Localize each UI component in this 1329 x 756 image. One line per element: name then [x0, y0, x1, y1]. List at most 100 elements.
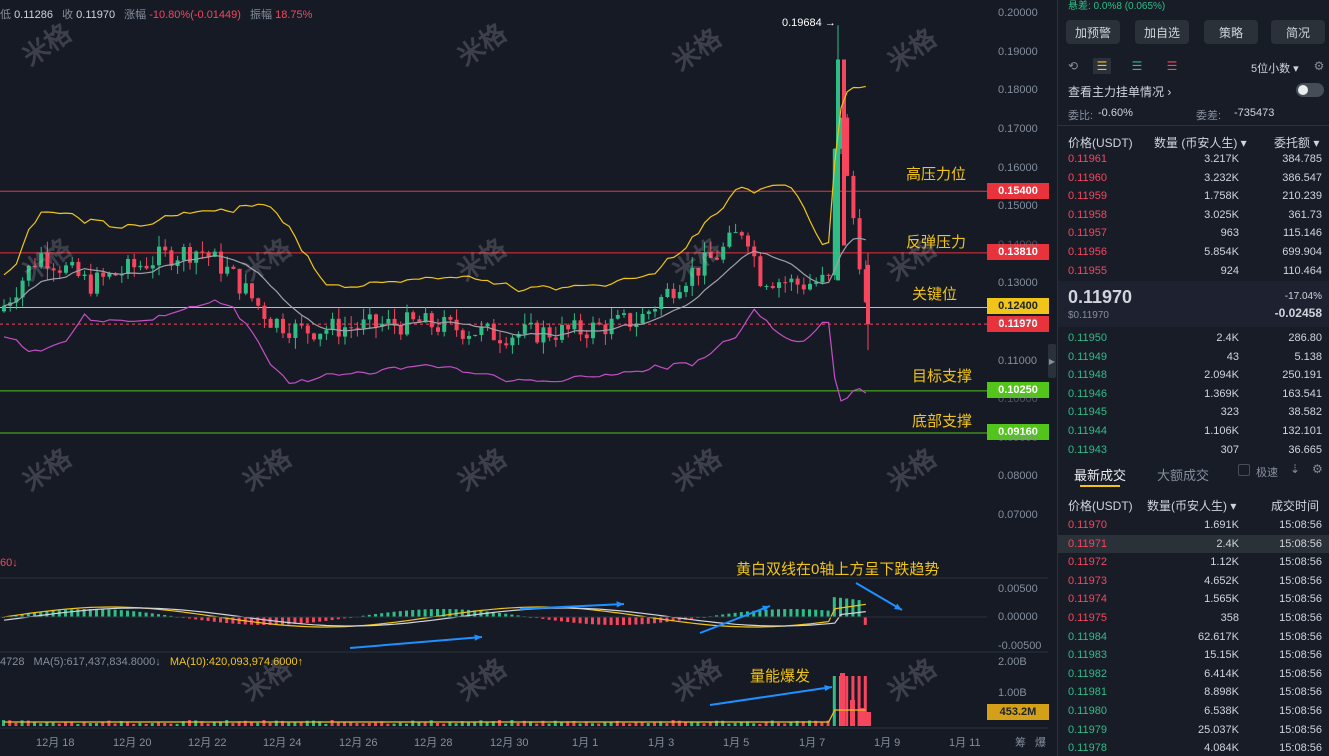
bid-row[interactable]: 0.11948 2.094K 250.191 [1058, 366, 1329, 385]
fast-label: 极速 [1256, 467, 1278, 479]
trade-row[interactable]: 0.11979 25.037K 15:08:56 [1058, 721, 1329, 740]
bid-row[interactable]: 0.11949 43 5.138 [1058, 348, 1329, 367]
volume-bar [367, 722, 371, 726]
candle-body [727, 232, 732, 247]
macd-bar [733, 612, 737, 617]
volume-bar [95, 723, 98, 726]
candle-body [467, 335, 471, 339]
trade-row[interactable]: 0.11980 6.538K 15:08:56 [1058, 702, 1329, 721]
volume-bar [516, 722, 520, 726]
bid-row[interactable]: 0.11950 2.4K 286.80 [1058, 329, 1329, 348]
macd-bar [770, 609, 774, 617]
candle-body [305, 325, 310, 334]
trade-row[interactable]: 0.11983 15.15K 15:08:56 [1058, 646, 1329, 665]
macd-tick: -0.00500 [998, 640, 1042, 652]
bid-row[interactable]: 0.11944 1.106K 132.101 [1058, 422, 1329, 441]
trade-row[interactable]: 0.11982 6.414K 15:08:56 [1058, 665, 1329, 684]
ask-row[interactable]: 0.11960 3.232K 386.547 [1058, 169, 1329, 188]
volume-bar [510, 720, 514, 726]
axis-footer-1[interactable]: 筹 [1015, 734, 1026, 750]
tab-latest-trades[interactable]: 最新成交 [1074, 465, 1126, 484]
ma10-value: MA(10):420,093,974.6000↑ [169, 656, 304, 668]
candle-body [696, 268, 701, 276]
decimals-select[interactable]: 5位小数 ▾ [1251, 60, 1299, 76]
panel-collapse-handle[interactable]: ▶ [1048, 344, 1056, 378]
fast-checkbox[interactable] [1238, 464, 1250, 476]
strategy-button[interactable]: 策略 [1204, 20, 1258, 44]
date-tick: 1月 7 [799, 737, 826, 749]
trade-row[interactable]: 0.11972 1.12K 15:08:56 [1058, 553, 1329, 572]
bid-row[interactable]: 0.11943 307 36.665 [1058, 441, 1329, 460]
book-mixed-icon[interactable]: ☰ [1093, 58, 1111, 74]
axis-footer-2[interactable]: 爆 [1035, 734, 1046, 750]
trade-row[interactable]: 0.11971 2.4K 15:08:56 [1058, 534, 1329, 554]
chart-area[interactable]: 低 0.11286 收 0.11970 涨幅 -10.80%(-0.01449)… [0, 0, 1057, 756]
annotation-arrowhead [616, 601, 624, 608]
macd-bar [622, 617, 625, 625]
ask-row[interactable]: 0.11959 1.758K 210.239 [1058, 187, 1329, 206]
candle-body [126, 258, 130, 274]
candle-body [510, 337, 515, 346]
volume-bar [442, 723, 446, 726]
ask-row[interactable]: 0.11957 963 115.146 [1058, 224, 1329, 243]
book-both-icon[interactable]: ⟲ [1064, 58, 1082, 74]
volume-bar [436, 723, 439, 726]
volume-bar [330, 720, 334, 726]
depth-link[interactable]: 查看主力挂单情况 › [1068, 83, 1171, 100]
overview-button[interactable]: 简况 [1271, 20, 1325, 44]
ask-row[interactable]: 0.11956 5.854K 699.904 [1058, 243, 1329, 262]
candle-body [70, 261, 75, 266]
book-bids-icon[interactable]: ☰ [1128, 58, 1146, 74]
candle-body [57, 270, 62, 273]
spread-partial: 悬差: 0.0%8 (0.065%) [1068, 1, 1166, 12]
trade-row[interactable]: 0.11978 4.084K 15:08:56 [1058, 739, 1329, 756]
trade-header-qty[interactable]: 数量(币安人生) ▾ [1147, 497, 1236, 514]
volume-bar [429, 720, 433, 726]
macd-bar [138, 611, 142, 617]
candle-body [150, 265, 155, 269]
candle-body [547, 327, 552, 338]
book-header-qty[interactable]: 数量 (币安人生) ▾ [1154, 134, 1247, 151]
volume-bar [88, 723, 92, 726]
book-header-total[interactable]: 委托额 ▾ [1274, 134, 1319, 151]
volume-bar [727, 723, 731, 726]
volume-bar [355, 723, 359, 726]
trade-row[interactable]: 0.11974 1.565K 15:08:56 [1058, 590, 1329, 609]
trade-price: 0.11981 [1068, 686, 1107, 699]
bid-row[interactable]: 0.11946 1.369K 163.541 [1058, 385, 1329, 404]
candle-body [448, 317, 453, 320]
price-tick: 0.10000 [998, 393, 1038, 405]
alert-button[interactable]: 加预警 [1066, 20, 1120, 44]
trade-row[interactable]: 0.11975 358 15:08:56 [1058, 609, 1329, 628]
trade-row[interactable]: 0.11981 8.898K 15:08:56 [1058, 683, 1329, 702]
macd-tick: 0.00000 [998, 611, 1038, 623]
candle-body [163, 246, 168, 251]
candle-body [442, 317, 447, 332]
trade-row[interactable]: 0.11970 1.691K 15:08:56 [1058, 516, 1329, 535]
ask-total: 386.547 [1282, 171, 1322, 184]
candle-body [101, 272, 106, 277]
book-asks-icon[interactable]: ☰ [1163, 58, 1181, 74]
ask-qty: 963 [1220, 227, 1239, 240]
macd-bar [801, 609, 805, 617]
ask-row[interactable]: 0.11958 3.025K 361.73 [1058, 206, 1329, 225]
filter-icon[interactable]: ⇣ [1290, 462, 1300, 476]
settings-icon[interactable]: ⚙ [1310, 58, 1328, 74]
kline-chart[interactable] [0, 0, 1057, 756]
macd-bar [429, 609, 433, 617]
ask-price: 0.11960 [1068, 171, 1107, 184]
candle-body [411, 312, 416, 320]
trade-row[interactable]: 0.11984 62.617K 15:08:56 [1058, 628, 1329, 647]
tab-large-trades[interactable]: 大额成交 [1157, 465, 1209, 484]
volume-bar [188, 720, 191, 726]
watchlist-button[interactable]: 加自选 [1135, 20, 1189, 44]
candle-body [801, 284, 806, 290]
ask-row[interactable]: 0.11955 924 110.464 [1058, 262, 1329, 281]
candle-body [535, 322, 540, 343]
mid-price-block: 0.11970 $0.11970 -17.04% -0.02458 [1058, 281, 1329, 327]
bid-row[interactable]: 0.11945 323 38.582 [1058, 403, 1329, 422]
trade-row[interactable]: 0.11973 4.652K 15:08:56 [1058, 572, 1329, 591]
depth-toggle[interactable] [1296, 83, 1324, 97]
trade-settings-icon[interactable]: ⚙ [1312, 462, 1323, 476]
ask-row[interactable]: 0.11961 3.217K 384.785 [1058, 150, 1329, 169]
